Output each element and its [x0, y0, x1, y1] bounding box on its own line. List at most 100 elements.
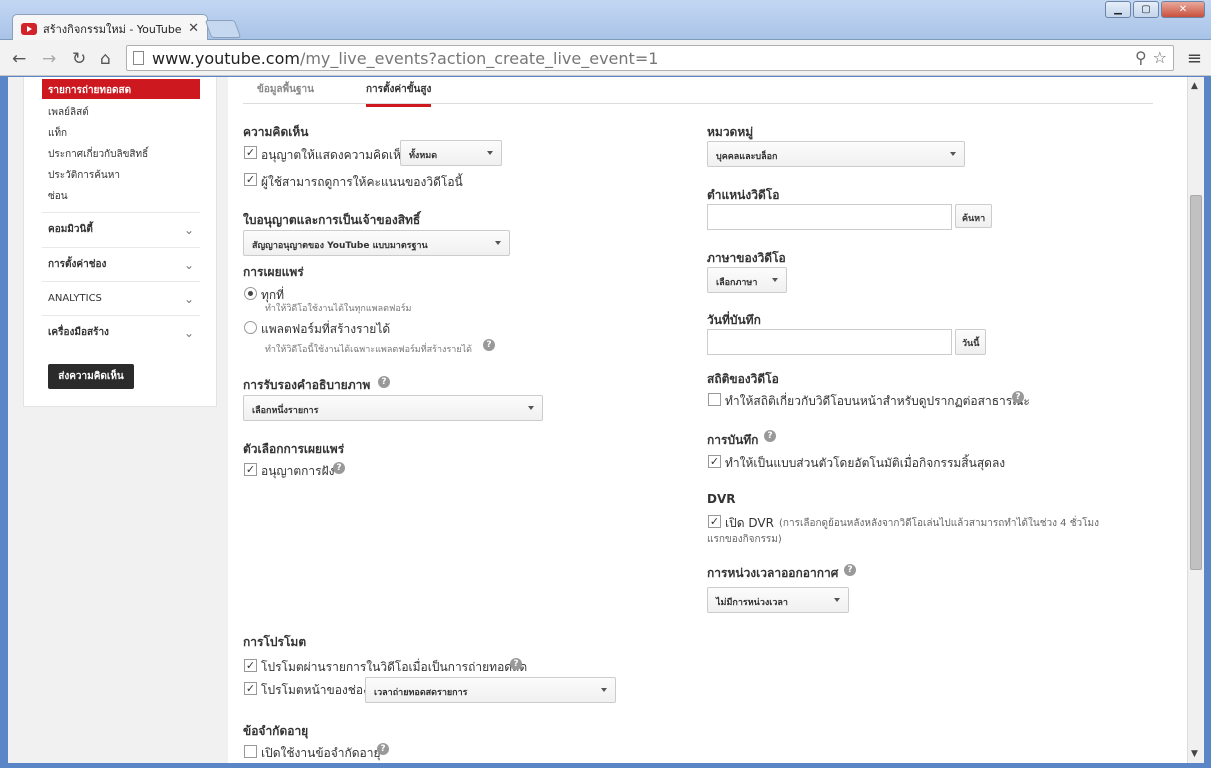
maximize-button[interactable]: ▢	[1133, 1, 1159, 18]
sidebar-item-hidden[interactable]: ซ่อน	[48, 189, 68, 204]
recording-heading: การบันทึก	[707, 433, 759, 447]
new-tab-button[interactable]	[204, 20, 242, 38]
bookmark-star-icon[interactable]: ☆	[1153, 48, 1167, 67]
scrollbar-thumb[interactable]	[1190, 195, 1202, 570]
section-label: การตั้งค่าช่อง	[48, 259, 107, 270]
broadcast-delay-select[interactable]: ไม่มีการหน่วงเวลา	[707, 587, 849, 613]
tabs-row: ข้อมูลพื้นฐาน การตั้งค่าขั้นสูง	[243, 77, 1153, 107]
sidebar-section-community[interactable]: คอมมิวนิตี้ ⌄	[42, 212, 200, 246]
scroll-up-icon[interactable]: ▲	[1191, 81, 1198, 91]
youtube-icon	[21, 22, 37, 35]
promo-channel-checkbox[interactable]: ✓	[244, 682, 257, 695]
sidebar-item-tags[interactable]: แท็ก	[48, 126, 67, 141]
caret-down-icon	[772, 278, 778, 282]
help-icon[interactable]: ?	[377, 743, 389, 755]
allow-comments-label: อนุญาตให้แสดงความคิดเห็น	[261, 148, 410, 162]
license-select[interactable]: สัญญาอนุญาตของ YouTube แบบมาตรฐาน	[243, 230, 510, 256]
url-host: www.youtube.com	[152, 48, 300, 68]
sidebar: รายการถ่ายทอดสด เพลย์ลิสต์ แท็ก ประกาศเก…	[23, 77, 217, 407]
video-stats-heading: สถิติของวิดีโอ	[707, 372, 779, 386]
chevron-down-icon: ⌄	[183, 291, 194, 306]
age-restriction-heading: ข้อจำกัดอายุ	[243, 724, 309, 738]
allow-embed-label: อนุญาตการฝัง	[261, 464, 335, 478]
recording-date-input[interactable]	[707, 329, 952, 355]
language-select-value: เลือกภาษา	[716, 278, 758, 288]
section-label: เครื่องมือสร้าง	[48, 327, 109, 338]
promo-channel-label: โปรโมตหน้าของช่อง	[261, 683, 369, 697]
menu-icon[interactable]: ≡	[1187, 48, 1202, 69]
browser-toolbar: ← → ↻ ⌂ www.youtube.com/my_live_events?a…	[0, 40, 1211, 76]
age-restriction-checkbox[interactable]	[244, 745, 257, 758]
category-select[interactable]: บุคคลและบล็อก	[707, 141, 965, 167]
caption-select[interactable]: เลือกหนึ่งรายการ	[243, 395, 543, 421]
search-icon[interactable]: ⚲	[1135, 48, 1147, 67]
sidebar-section-channel-settings[interactable]: การตั้งค่าช่อง ⌄	[42, 247, 200, 281]
license-select-value: สัญญาอนุญาตของ YouTube แบบมาตรฐาน	[252, 241, 428, 251]
home-icon[interactable]: ⌂	[100, 49, 111, 69]
location-input[interactable]	[707, 204, 952, 230]
back-icon[interactable]: ←	[12, 49, 26, 69]
caret-down-icon	[495, 241, 501, 245]
dvr-checkbox[interactable]: ✓	[708, 515, 721, 528]
section-label: ANALYTICS	[48, 293, 102, 304]
chevron-down-icon: ⌄	[183, 222, 194, 237]
sidebar-section-creator-tools[interactable]: เครื่องมือสร้าง ⌄	[42, 315, 200, 349]
close-window-button[interactable]: ✕	[1161, 1, 1205, 18]
video-stats-label: ทำให้สถิติเกี่ยวกับวิดีโอบนหน้าสำหรับดูป…	[725, 394, 1030, 408]
sidebar-section-analytics[interactable]: ANALYTICS ⌄	[42, 281, 200, 315]
reload-icon[interactable]: ↻	[72, 49, 86, 69]
caret-down-icon	[834, 598, 840, 602]
dvr-description-cont: แรกของกิจกรรม)	[707, 534, 782, 545]
monetized-radio[interactable]	[244, 321, 257, 334]
today-button[interactable]: วันนี้	[955, 329, 987, 355]
caret-down-icon	[601, 688, 607, 692]
promo-channel-select-value: เวลาถ่ายทอดสดรายการ	[374, 688, 468, 698]
dvr-description: (การเลือกดูย้อนหลังหลังจากวิดีโอเล่นไปแล…	[779, 518, 1099, 529]
send-feedback-button[interactable]: ส่งความคิดเห็น	[48, 364, 134, 389]
help-icon[interactable]: ?	[333, 462, 345, 474]
broadcast-delay-heading: การหน่วงเวลาออกอากาศ	[707, 566, 839, 580]
tab-advanced-settings[interactable]: การตั้งค่าขั้นสูง	[366, 82, 432, 107]
promo-watch-label: โปรโมตผ่านรายการในวิดีโอเมื่อเป็นการถ่าย…	[261, 660, 528, 674]
caret-down-icon	[528, 406, 534, 410]
comments-select[interactable]: ทั้งหมด	[400, 140, 502, 166]
sidebar-item-search-history[interactable]: ประวัติการค้นหา	[48, 168, 120, 183]
window-titlebar: สร้างกิจกรรมใหม่ - YouTube ✕ ▁ ▢ ✕	[0, 0, 1211, 42]
dvr-heading: DVR	[707, 492, 736, 506]
location-search-button[interactable]: ค้นหา	[955, 204, 993, 228]
language-heading: ภาษาของวิดีโอ	[707, 251, 786, 265]
promo-watch-checkbox[interactable]: ✓	[244, 659, 257, 672]
scroll-down-icon[interactable]: ▼	[1191, 749, 1198, 759]
forward-icon[interactable]: →	[42, 49, 56, 69]
recording-checkbox[interactable]: ✓	[708, 455, 721, 468]
sidebar-item-copyright[interactable]: ประกาศเกี่ยวกับลิขสิทธิ์	[48, 147, 148, 162]
caption-heading: การรับรองคำอธิบายภาพ	[243, 378, 371, 392]
location-heading: ตำแหน่งวิดีโอ	[707, 188, 780, 202]
browser-tab[interactable]: สร้างกิจกรรมใหม่ - YouTube ✕	[12, 14, 208, 42]
tab-basic-info[interactable]: ข้อมูลพื้นฐาน	[257, 82, 314, 97]
allow-comments-checkbox[interactable]: ✓	[244, 146, 257, 159]
tab-title: สร้างกิจกรรมใหม่ - YouTube	[43, 22, 182, 36]
users-rate-checkbox[interactable]: ✓	[244, 173, 257, 186]
vertical-scrollbar[interactable]: ▲ ▼	[1187, 77, 1204, 763]
users-rate-label: ผู้ใช้สามารถดูการให้คะแนนของวิดีโอนี้	[261, 175, 463, 189]
help-icon[interactable]: ?	[1012, 391, 1024, 403]
chevron-down-icon: ⌄	[183, 257, 194, 272]
category-select-value: บุคคลและบล็อก	[716, 152, 778, 162]
help-icon[interactable]: ?	[483, 339, 495, 351]
help-icon[interactable]: ?	[378, 376, 390, 388]
help-icon[interactable]: ?	[510, 658, 522, 670]
close-tab-icon[interactable]: ✕	[188, 21, 199, 36]
address-bar[interactable]: www.youtube.com/my_live_events?action_cr…	[126, 45, 1174, 71]
promo-channel-select[interactable]: เวลาถ่ายทอดสดรายการ	[365, 677, 616, 703]
language-select[interactable]: เลือกภาษา	[707, 267, 787, 293]
everywhere-radio[interactable]	[244, 287, 257, 300]
video-stats-checkbox[interactable]	[708, 393, 721, 406]
minimize-button[interactable]: ▁	[1105, 1, 1131, 18]
allow-embed-checkbox[interactable]: ✓	[244, 463, 257, 476]
sidebar-item-playlists[interactable]: เพลย์ลิสต์	[48, 105, 89, 120]
sidebar-item-live-events[interactable]: รายการถ่ายทอดสด	[42, 79, 200, 99]
promotion-heading: การโปรโมต	[243, 635, 307, 649]
help-icon[interactable]: ?	[764, 430, 776, 442]
help-icon[interactable]: ?	[844, 564, 856, 576]
